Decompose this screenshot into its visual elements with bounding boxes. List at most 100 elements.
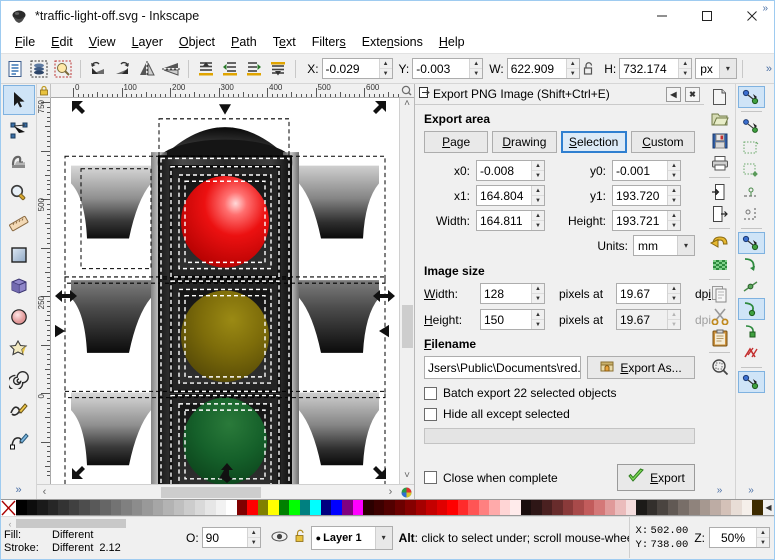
snap-smooth-nodes-icon[interactable] (738, 320, 765, 342)
vertical-scrollbar[interactable]: ˄ ˅ (399, 98, 414, 484)
palette-swatch[interactable] (47, 500, 59, 515)
snap-line-midpoints-icon[interactable] (738, 342, 765, 364)
horizontal-scrollbar[interactable]: ‹ › (37, 484, 414, 499)
y1-stepper[interactable] (667, 186, 680, 205)
panel-collapse-button[interactable]: ◀ (666, 86, 681, 102)
palette-swatch[interactable] (299, 500, 311, 515)
palette-swatch[interactable] (89, 500, 101, 515)
export-area-custom-button[interactable]: Custom (630, 131, 695, 153)
img-width-stepper[interactable] (531, 284, 544, 303)
palette-swatch[interactable] (520, 500, 532, 515)
palette-swatch[interactable] (16, 500, 27, 515)
rectangle-tool[interactable] (3, 240, 35, 270)
h-stepper[interactable] (678, 59, 692, 78)
palette-swatch[interactable] (573, 500, 584, 515)
snap-path-icon[interactable] (738, 254, 765, 276)
menu-object[interactable]: Object (171, 33, 223, 51)
export-area-drawing-button[interactable]: Drawing (492, 131, 557, 153)
snap-others-icon[interactable] (737, 371, 765, 393)
palette-swatch[interactable] (289, 500, 300, 515)
palette-swatch[interactable] (562, 500, 574, 515)
zoom-spinner[interactable] (709, 527, 770, 548)
palette-swatch[interactable] (646, 500, 658, 515)
box3d-tool[interactable] (3, 271, 35, 301)
opacity-stepper[interactable] (246, 528, 260, 547)
menu-text[interactable]: Text (265, 33, 304, 51)
hide-all-row[interactable]: Hide all except selected (424, 407, 695, 421)
palette-swatch[interactable] (720, 500, 732, 515)
opacity-spinner[interactable] (201, 527, 261, 548)
redo-icon[interactable] (706, 254, 733, 276)
selector-tool[interactable] (2, 85, 35, 115)
menu-file[interactable]: File (7, 33, 43, 51)
duplicate-icon[interactable] (706, 283, 733, 305)
snap-path-intersections-icon[interactable] (738, 276, 765, 298)
tweak-tool[interactable] (3, 147, 35, 177)
x0-spinner[interactable] (476, 160, 545, 181)
x1-spinner[interactable] (476, 185, 545, 206)
palette-swatch[interactable] (710, 500, 721, 515)
stroke-row[interactable]: Stroke: Different 2.12 (4, 542, 181, 555)
img-height-input[interactable] (481, 310, 531, 329)
chevron-down-icon[interactable]: ▾ (718, 59, 736, 78)
palette-swatch[interactable] (352, 500, 364, 515)
palette-swatch[interactable] (752, 500, 763, 515)
snap-bbox-edges-icon[interactable] (738, 137, 765, 159)
palette-swatch[interactable] (131, 500, 143, 515)
zoom-tool[interactable] (3, 178, 35, 208)
zoom-stepper[interactable] (756, 528, 769, 547)
raise-icon[interactable] (218, 56, 242, 82)
palette-swatch[interactable] (615, 500, 626, 515)
spiral-tool[interactable] (3, 364, 35, 394)
opacity-input[interactable] (202, 528, 247, 547)
vertical-ruler[interactable]: 750 500 250 0 (37, 98, 51, 484)
lock-open-icon[interactable] (580, 56, 599, 82)
palette-swatch[interactable] (678, 500, 689, 515)
h-spinner[interactable] (619, 58, 693, 79)
area-width-stepper[interactable] (531, 211, 544, 230)
y-spinner[interactable] (412, 58, 484, 79)
scroll-down-arrow[interactable]: ˅ (404, 470, 410, 484)
palette-swatch[interactable] (667, 500, 679, 515)
export-icon[interactable] (706, 203, 733, 225)
x1-input[interactable] (477, 186, 531, 205)
menu-filters[interactable]: Filters (304, 33, 354, 51)
dpi-x-spinner[interactable] (616, 283, 681, 304)
menu-help[interactable]: Help (431, 33, 473, 51)
palette-swatch[interactable] (384, 500, 395, 515)
snap-nodes-paths-icon[interactable] (737, 232, 765, 254)
dpi-x-input[interactable] (617, 284, 667, 303)
none-color-swatch[interactable] (1, 500, 16, 516)
scroll-up-arrow[interactable]: ˄ (404, 98, 410, 112)
palette-scroll-button[interactable]: ◀ (763, 500, 774, 515)
palette-swatch[interactable] (468, 500, 479, 515)
color-wheel-icon[interactable] (398, 487, 414, 498)
units-combo[interactable]: px ▾ (695, 58, 737, 79)
style-scroll-left-icon[interactable]: ‹ (4, 519, 16, 529)
palette-swatch[interactable] (100, 500, 111, 515)
maximize-button[interactable] (684, 1, 729, 31)
save-document-icon[interactable] (706, 130, 733, 152)
palette-swatch[interactable] (731, 500, 742, 515)
drawing-canvas[interactable] (51, 98, 399, 484)
scroll-left-arrow[interactable]: ‹ (37, 486, 52, 498)
palette-swatch[interactable] (37, 500, 48, 515)
snap-overflow-button[interactable]: » (748, 485, 754, 499)
palette-swatch[interactable] (121, 500, 132, 515)
h-input[interactable] (620, 59, 679, 78)
palette-swatch[interactable] (499, 500, 511, 515)
palette-swatch[interactable] (478, 500, 490, 515)
fill-row[interactable]: Fill: Different (4, 529, 181, 542)
y1-input[interactable] (613, 186, 667, 205)
palette-swatch[interactable] (625, 500, 637, 515)
open-document-icon[interactable] (706, 108, 733, 130)
star-tool[interactable] (3, 333, 35, 363)
palette-swatch[interactable] (226, 500, 237, 515)
palette-swatch[interactable] (331, 500, 342, 515)
snap-bbox-edge-midpoints-icon[interactable] (738, 181, 765, 203)
hide-all-checkbox[interactable] (424, 407, 437, 421)
export-units-combo[interactable]: mm ▾ (633, 235, 695, 256)
palette-swatch[interactable] (194, 500, 206, 515)
palette-swatch[interactable] (173, 500, 185, 515)
snap-bbox-corners-icon[interactable] (738, 159, 765, 181)
